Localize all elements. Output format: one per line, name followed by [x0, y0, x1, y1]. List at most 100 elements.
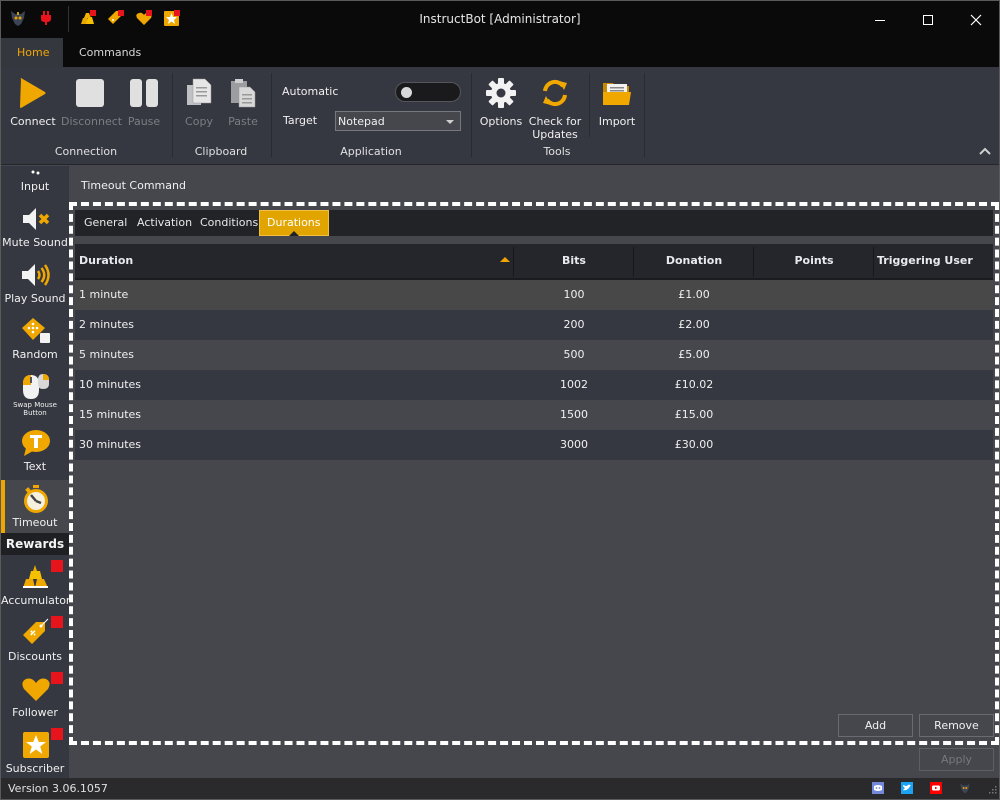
play-sound-icon: [21, 260, 51, 290]
stop-icon: [76, 79, 104, 107]
cell-bits[interactable]: 100: [514, 280, 634, 310]
cell-points[interactable]: [754, 310, 874, 340]
version-label: Version 3.06.1057: [8, 782, 108, 795]
tab-general[interactable]: General: [77, 210, 134, 236]
group-separator: [644, 73, 645, 157]
youtube-icon[interactable]: [930, 782, 942, 794]
cell-donation[interactable]: £1.00: [634, 280, 754, 310]
minimize-button[interactable]: [857, 1, 903, 38]
column-header-bits[interactable]: Bits: [514, 244, 634, 278]
column-header-donation[interactable]: Donation: [634, 244, 754, 278]
target-select-value: Notepad: [338, 115, 385, 128]
cell-donation[interactable]: £10.02: [634, 370, 754, 400]
target-select[interactable]: Notepad: [335, 111, 461, 131]
group-separator: [589, 73, 590, 137]
cell-triggering-user-only[interactable]: [877, 430, 993, 460]
sidebar-item-accumulator[interactable]: Accumulator: [1, 558, 69, 614]
input-icon: [21, 166, 51, 178]
table-row[interactable]: 30 minutes 3000 £30.00: [75, 430, 993, 460]
table-row[interactable]: 15 minutes 1500 £15.00: [75, 400, 993, 430]
sidebar-item-mute-sound[interactable]: Mute Sound: [1, 200, 69, 256]
cell-points[interactable]: [754, 400, 874, 430]
sidebar-item-random[interactable]: Random: [1, 312, 69, 368]
cell-bits[interactable]: 500: [514, 340, 634, 370]
cell-triggering-user-only[interactable]: [877, 400, 993, 430]
cell-bits[interactable]: 1500: [514, 400, 634, 430]
cell-triggering-user-only[interactable]: [877, 340, 993, 370]
options-button[interactable]: Options: [479, 75, 523, 128]
collapse-ribbon-button[interactable]: [979, 145, 991, 158]
tab-activation[interactable]: Activation: [130, 210, 199, 236]
mute-sound-icon: [21, 204, 51, 234]
cell-duration[interactable]: 30 minutes: [79, 430, 509, 460]
column-header-triggering-user-only[interactable]: Triggering User Only: [877, 244, 993, 301]
pause-button[interactable]: Pause: [125, 75, 163, 128]
maximize-button[interactable]: [905, 1, 951, 38]
cell-triggering-user-only[interactable]: [877, 280, 993, 310]
remove-button[interactable]: Remove: [919, 714, 994, 737]
sidebar-item-text[interactable]: Text: [1, 424, 69, 480]
minimize-icon: [875, 19, 885, 21]
cell-duration[interactable]: 1 minute: [79, 280, 509, 310]
cell-bits[interactable]: 1002: [514, 370, 634, 400]
cell-bits[interactable]: 200: [514, 310, 634, 340]
folder-icon: [603, 83, 631, 105]
cell-points[interactable]: [754, 280, 874, 310]
notification-badge: [51, 672, 63, 684]
tab-home[interactable]: Home: [1, 38, 63, 67]
cell-bits[interactable]: 3000: [514, 430, 634, 460]
sidebar-item-timeout[interactable]: Timeout: [1, 480, 69, 536]
cell-points[interactable]: [754, 370, 874, 400]
table-row[interactable]: 1 minute 100 £1.00: [75, 280, 993, 310]
copy-button[interactable]: Copy: [181, 75, 217, 128]
table-row[interactable]: 10 minutes 1002 £10.02: [75, 370, 993, 400]
automatic-toggle[interactable]: [395, 82, 461, 102]
sidebar-item-input[interactable]: Input: [1, 166, 69, 200]
twitter-icon[interactable]: [901, 782, 913, 794]
sidebar-item-play-sound[interactable]: Play Sound: [1, 256, 69, 312]
column-header-duration[interactable]: Duration: [79, 244, 509, 278]
table-row[interactable]: 5 minutes 500 £5.00: [75, 340, 993, 370]
instructbot-logo-icon[interactable]: [959, 782, 971, 794]
column-separator[interactable]: [873, 247, 874, 277]
title-bar: InstructBot [Administrator]: [1, 1, 999, 38]
column-header-points[interactable]: Points: [754, 244, 874, 278]
connect-button[interactable]: Connect: [9, 75, 57, 128]
resize-grip[interactable]: [989, 784, 997, 797]
cell-triggering-user-only[interactable]: [877, 310, 993, 340]
disconnect-button[interactable]: Disconnect: [61, 75, 122, 128]
import-button[interactable]: Import: [597, 75, 637, 128]
cell-points[interactable]: [754, 340, 874, 370]
table-row[interactable]: 2 minutes 200 £2.00: [75, 310, 993, 340]
paste-button[interactable]: Paste: [225, 75, 261, 128]
sidebar-item-subscriber[interactable]: Subscriber: [1, 726, 69, 778]
cell-points[interactable]: [754, 430, 874, 460]
cell-duration[interactable]: 10 minutes: [79, 370, 509, 400]
cell-donation[interactable]: £30.00: [634, 430, 754, 460]
cell-donation[interactable]: £15.00: [634, 400, 754, 430]
add-button[interactable]: Add: [838, 714, 913, 737]
mouse-icon: [21, 372, 51, 402]
cell-duration[interactable]: 2 minutes: [79, 310, 509, 340]
sidebar-item-discounts[interactable]: Discounts: [1, 614, 69, 670]
sidebar-item-swap-mouse-button[interactable]: Swap Mouse Button: [1, 368, 69, 424]
cell-triggering-user-only[interactable]: [877, 370, 993, 400]
play-icon: [20, 78, 46, 108]
pause-icon: [130, 79, 158, 107]
tab-conditions[interactable]: Conditions: [193, 210, 265, 236]
check-for-updates-button[interactable]: Check for Updates: [527, 75, 583, 141]
tab-durations[interactable]: Durations: [259, 210, 329, 236]
discord-icon[interactable]: [872, 782, 884, 794]
close-button[interactable]: [953, 1, 999, 38]
cell-duration[interactable]: 15 minutes: [79, 400, 509, 430]
cell-donation[interactable]: £2.00: [634, 310, 754, 340]
tab-commands[interactable]: Commands: [63, 38, 157, 67]
command-title: Timeout Command: [81, 179, 186, 192]
cell-donation[interactable]: £5.00: [634, 340, 754, 370]
sidebar-item-follower[interactable]: Follower: [1, 670, 69, 726]
notification-badge: [51, 616, 63, 628]
sort-ascending-icon: [500, 257, 510, 262]
rewards-section-header: Rewards: [1, 533, 69, 555]
apply-button[interactable]: Apply: [919, 748, 994, 771]
cell-duration[interactable]: 5 minutes: [79, 340, 509, 370]
